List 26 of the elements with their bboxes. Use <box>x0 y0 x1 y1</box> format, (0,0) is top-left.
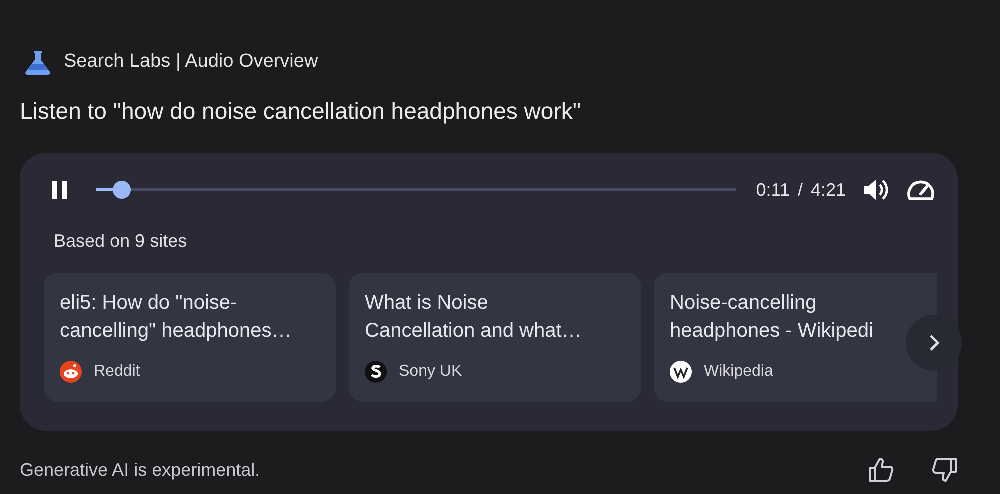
source-name: Sony UK <box>399 363 462 381</box>
volume-button[interactable] <box>862 177 890 203</box>
source-name: Reddit <box>94 363 140 381</box>
page-title: Listen to "how do noise cancellation headphones work" <box>20 98 582 125</box>
progress-thumb[interactable] <box>112 181 131 199</box>
pause-button[interactable] <box>50 179 70 201</box>
disclaimer-text: Generative AI is experimental. <box>20 460 262 480</box>
source-card[interactable]: eli5: How do "noise-cancelling" headphones… Reddit <box>44 273 336 402</box>
header-label: Search Labs | Audio Overview <box>64 51 318 73</box>
flask-icon <box>24 49 52 75</box>
chevron-right-icon <box>928 334 940 352</box>
s-logo-icon <box>365 361 387 383</box>
progress-track[interactable] <box>96 181 736 199</box>
sources-label: Based on 9 sites <box>54 231 188 252</box>
w-logo-icon <box>670 361 692 383</box>
thumbs-down-icon[interactable] <box>932 457 958 483</box>
source-title: What is Noise Cancellation and what… <box>365 291 583 344</box>
source-title: eli5: How do "noise-cancelling" headphones… <box>60 291 293 344</box>
thumbs-up-icon[interactable] <box>868 457 894 483</box>
source-title: Noise-cancelling headphones - Wikipedi <box>670 291 874 344</box>
alien-logo-icon <box>60 361 82 383</box>
source-card[interactable]: Noise-cancelling headphones - Wikipedi Wikipedia <box>654 273 937 402</box>
time-label: 0:11 / 4:21 <box>756 180 846 200</box>
speed-button[interactable] <box>906 178 936 202</box>
source-name: Wikipedia <box>704 363 774 381</box>
source-card[interactable]: What is Noise Cancellation and what… Sony UK <box>349 273 641 402</box>
